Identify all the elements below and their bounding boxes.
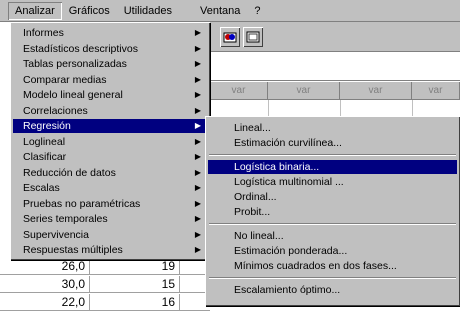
menu-item-label: Ordinal... <box>234 191 277 203</box>
submenu-item-logistica-multinomial[interactable]: Logística multinomial ... <box>208 175 457 189</box>
menu-item-label: Estadísticos descriptivos <box>23 42 138 55</box>
menu-item-escalas[interactable]: Escalas ▶ <box>13 181 207 195</box>
submenu-arrow-icon: ▶ <box>194 152 201 161</box>
regresion-submenu: Lineal... Estimación curvilínea... Logísti… <box>205 116 460 306</box>
submenu-arrow-icon: ▶ <box>194 105 201 115</box>
menu-item-informes[interactable]: Informes ▶ <box>13 26 207 40</box>
menu-item-label: Comparar medias <box>23 73 107 86</box>
data-cell[interactable]: 19 <box>90 258 180 275</box>
menu-item-label: Informes <box>23 27 64 39</box>
data-grid: 26,0 19 30,0 15 22,0 16 <box>0 258 210 311</box>
menu-item-estadisticos-descriptivos[interactable]: Estadísticos descriptivos ▶ <box>13 42 207 56</box>
submenu-arrow-icon: ▶ <box>194 43 201 53</box>
menu-item-respuestas-multiples[interactable]: Respuestas múltiples ▶ <box>13 243 207 257</box>
submenu-item-estimacion-ponderada[interactable]: Estimación ponderada... <box>208 244 457 258</box>
menu-item-label: No lineal... <box>234 230 284 242</box>
menu-ventana[interactable]: Ventana <box>193 2 247 20</box>
menu-item-tablas-personalizadas[interactable]: Tablas personalizadas ▶ <box>13 57 207 71</box>
menu-item-label: Escalas <box>23 182 60 194</box>
menu-item-reduccion-de-datos[interactable]: Reducción de datos ▶ <box>13 166 207 180</box>
menu-item-label: Modelo lineal general <box>23 89 123 101</box>
menu-item-label: Estimación curvilínea... <box>234 137 342 149</box>
spss-window: Analizar Gráficos Utilidades Ventana ? v… <box>0 0 460 311</box>
toolbar <box>210 22 460 52</box>
menu-item-label: Respuestas múltiples <box>23 244 123 256</box>
menu-item-supervivencia[interactable]: Supervivencia ▶ <box>13 228 207 242</box>
table-row: 30,0 15 <box>0 276 210 293</box>
menu-item-modelo-lineal-general[interactable]: Modelo lineal general ▶ <box>13 88 207 102</box>
submenu-arrow-icon: ▶ <box>194 90 201 99</box>
column-header[interactable]: var <box>340 82 412 100</box>
menu-item-label: Mínimos cuadrados en dos fases... <box>234 260 397 272</box>
menu-separator <box>209 154 456 156</box>
submenu-arrow-icon: ▶ <box>194 198 201 208</box>
table-row: 22,0 16 <box>0 294 210 311</box>
menu-item-clasificar[interactable]: Clasificar ▶ <box>13 150 207 164</box>
submenu-item-lineal[interactable]: Lineal... <box>208 121 457 135</box>
menu-separator <box>209 223 456 225</box>
menu-item-label: Escalamiento óptimo... <box>234 284 341 296</box>
menu-item-series-temporales[interactable]: Series temporales ▶ <box>13 212 207 226</box>
menu-help[interactable]: ? <box>247 2 267 20</box>
submenu-arrow-icon: ▶ <box>194 167 201 177</box>
menu-item-label: Supervivencia <box>23 228 89 241</box>
chart-icon[interactable] <box>220 27 240 47</box>
table-row: 26,0 19 <box>0 258 210 275</box>
column-header[interactable]: var <box>210 82 268 100</box>
menu-item-correlaciones[interactable]: Correlaciones ▶ <box>13 104 207 118</box>
data-cell[interactable]: 22,0 <box>30 294 90 311</box>
menu-analizar[interactable]: Analizar <box>8 1 62 20</box>
menu-item-pruebas-no-parametricas[interactable]: Pruebas no paramétricas ▶ <box>13 197 207 211</box>
submenu-arrow-icon: ▶ <box>194 245 201 254</box>
menu-item-label: Regresión <box>23 120 71 132</box>
menu-item-loglineal[interactable]: Loglineal ▶ <box>13 135 207 149</box>
menu-item-label: Correlaciones <box>23 104 88 117</box>
data-cell[interactable]: 16 <box>90 294 180 311</box>
submenu-arrow-icon: ▶ <box>194 214 201 223</box>
menu-item-label: Series temporales <box>23 213 108 225</box>
menu-item-label: Tablas personalizadas <box>23 58 127 70</box>
cell-editor-bar[interactable] <box>210 53 460 81</box>
submenu-item-probit[interactable]: Probit... <box>208 205 457 219</box>
menu-item-label: Logística binaria... <box>234 161 320 173</box>
submenu-arrow-icon: ▶ <box>194 74 201 84</box>
menu-item-comparar-medias[interactable]: Comparar medias ▶ <box>13 73 207 87</box>
menu-item-label: Estimación ponderada... <box>234 245 348 257</box>
menu-item-regresion[interactable]: Regresión ▶ <box>13 119 207 133</box>
submenu-item-minimos-cuadrados-en-dos-fases[interactable]: Mínimos cuadrados en dos fases... <box>208 259 457 273</box>
data-cell[interactable]: 30,0 <box>30 276 90 293</box>
column-header[interactable]: var <box>268 82 340 100</box>
menu-separator <box>209 277 456 279</box>
submenu-arrow-icon: ▶ <box>194 121 201 130</box>
data-cell[interactable]: 15 <box>90 276 180 293</box>
submenu-arrow-icon: ▶ <box>194 136 201 146</box>
submenu-arrow-icon: ▶ <box>194 229 201 239</box>
submenu-item-estimacion-curvilinea[interactable]: Estimación curvilínea... <box>208 136 457 150</box>
menu-item-label: Loglineal <box>23 135 66 148</box>
submenu-item-no-lineal[interactable]: No lineal... <box>208 229 457 243</box>
submenu-item-logistica-binaria[interactable]: Logística binaria... <box>208 160 457 174</box>
menu-graficos[interactable]: Gráficos <box>62 2 117 20</box>
menu-item-label: Probit... <box>234 206 271 218</box>
menu-item-label: Pruebas no paramétricas <box>23 197 141 210</box>
window-icon[interactable] <box>243 27 263 47</box>
column-header[interactable]: var <box>412 82 460 100</box>
submenu-arrow-icon: ▶ <box>194 183 201 192</box>
submenu-arrow-icon: ▶ <box>194 28 201 37</box>
submenu-item-ordinal[interactable]: Ordinal... <box>208 190 457 204</box>
menubar: Analizar Gráficos Utilidades Ventana ? <box>0 0 460 22</box>
menu-item-label: Logística multinomial ... <box>234 176 344 188</box>
menu-utilidades[interactable]: Utilidades <box>117 2 179 20</box>
menu-item-label: Clasificar <box>23 151 67 163</box>
analizar-menu: Informes ▶ Estadísticos descriptivos ▶ Tabla… <box>10 22 210 260</box>
submenu-arrow-icon: ▶ <box>194 59 201 68</box>
data-cell[interactable]: 26,0 <box>30 258 90 275</box>
submenu-item-escalamiento-optimo[interactable]: Escalamiento óptimo... <box>208 283 457 297</box>
menu-item-label: Reducción de datos <box>23 166 116 179</box>
menu-item-label: Lineal... <box>234 122 271 134</box>
